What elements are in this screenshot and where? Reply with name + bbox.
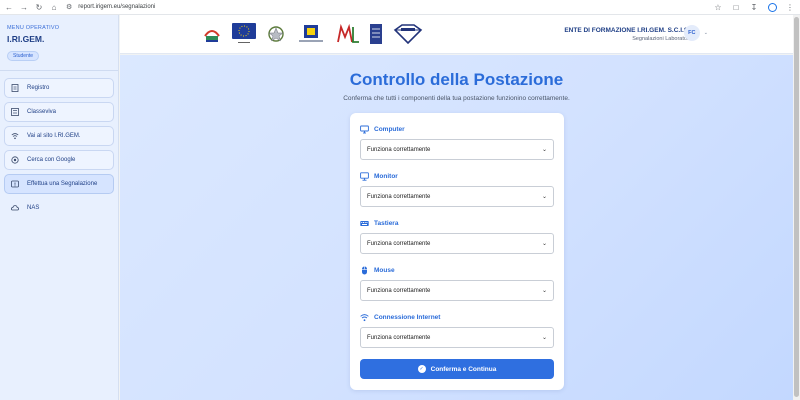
irigem-logo-icon — [202, 24, 222, 44]
section-label: Computer — [374, 125, 405, 133]
confirm-continue-button[interactable]: ✓ Conferma e Continua — [360, 359, 554, 379]
sidebar-item-label: Vai al sito I.RI.GEM. — [27, 133, 81, 139]
forward-icon[interactable]: → — [18, 1, 30, 13]
logo-strip: ▬▬▬▬ — [202, 23, 424, 44]
page-scrollbar[interactable] — [793, 15, 800, 400]
eu-flag-logo-icon: ▬▬▬▬ — [232, 23, 256, 44]
url-text: report.irigem.eu/segnalazioni — [78, 4, 156, 10]
chevron-down-icon: ⌄ — [541, 335, 547, 341]
wifi-icon — [360, 313, 369, 322]
chevron-down-icon: ⌄ — [541, 194, 547, 200]
select-value: Funziona correttamente — [367, 240, 431, 247]
section-monitor: Monitor Funziona correttamente ⌄ — [360, 171, 554, 207]
section-connessione: Connessione Internet Funziona correttame… — [360, 312, 554, 348]
chevron-down-icon: ⌄ — [541, 288, 547, 294]
extensions-icon[interactable]: □ — [730, 1, 742, 13]
menu-label: MENU OPERATIVO — [7, 25, 60, 31]
chevron-down-icon[interactable]: ⌄ — [704, 30, 708, 36]
profile-icon[interactable] — [766, 1, 778, 13]
select-value: Funziona correttamente — [367, 146, 431, 153]
wifi-icon — [11, 132, 19, 140]
keyboard-icon — [360, 219, 369, 228]
monitor-icon — [360, 125, 369, 134]
scrollbar-thumb[interactable] — [794, 17, 799, 397]
connessione-status-select[interactable]: Funziona correttamente ⌄ — [360, 327, 554, 348]
computer-status-select[interactable]: Funziona correttamente ⌄ — [360, 139, 554, 160]
ml-logo-icon — [336, 23, 360, 44]
page-subtitle: Conferma che tutti i componenti della tu… — [343, 95, 570, 102]
download-icon[interactable]: ↧ — [748, 1, 760, 13]
sidebar-header: MENU OPERATIVO I.RI.GEM. Studente — [0, 15, 118, 71]
sidebar-item-label: NAS — [27, 205, 40, 211]
register-icon — [11, 84, 19, 92]
more-menu-icon[interactable]: ⋮ — [784, 1, 796, 13]
tastiera-status-select[interactable]: Funziona correttamente ⌄ — [360, 233, 554, 254]
sidebar: MENU OPERATIVO I.RI.GEM. Studente Regist… — [0, 15, 119, 400]
select-value: Funziona correttamente — [367, 287, 431, 294]
sidebar-item-nas[interactable]: NAS — [4, 198, 114, 218]
avatar[interactable]: FC — [683, 25, 700, 41]
address-bar[interactable]: ⚙ report.irigem.eu/segnalazioni — [66, 2, 716, 13]
role-badge: Studente — [7, 51, 40, 61]
certification-logo-icon — [370, 23, 382, 44]
section-label: Tastiera — [374, 219, 399, 227]
diamond-logo-icon — [392, 23, 424, 44]
sidebar-item-label: Classeviva — [27, 109, 57, 115]
sidebar-item-classeviva[interactable]: Classeviva — [4, 102, 114, 122]
eu-caption-icon: ▬▬▬▬ — [238, 40, 250, 44]
site-info-icon[interactable]: ⚙ — [66, 3, 72, 11]
section-computer: Computer Funziona correttamente ⌄ — [360, 124, 554, 160]
section-label: Monitor — [374, 172, 398, 180]
italy-emblem-logo-icon — [266, 24, 286, 44]
region-logo-icon — [296, 24, 326, 44]
confirm-label: Conferma e Continua — [430, 365, 497, 373]
classeviva-icon — [11, 108, 19, 116]
sidebar-item-google[interactable]: Cerca con Google — [4, 150, 114, 170]
google-icon — [11, 156, 19, 164]
back-icon[interactable]: ← — [3, 1, 15, 13]
browser-toolbar: ← → ↻ ⌂ ⚙ report.irigem.eu/segnalazioni … — [0, 0, 800, 15]
select-value: Funziona correttamente — [367, 334, 431, 341]
org-name: ENTE DI FORMAZIONE I.RI.GEM. S.C.I.S. — [564, 27, 690, 34]
mouse-icon — [360, 266, 369, 275]
section-label: Connessione Internet — [374, 313, 441, 321]
section-mouse: Mouse Funziona correttamente ⌄ — [360, 265, 554, 301]
org-info: ENTE DI FORMAZIONE I.RI.GEM. S.C.I.S. Se… — [564, 27, 690, 42]
chevron-down-icon: ⌄ — [541, 147, 547, 153]
select-value: Funziona correttamente — [367, 193, 431, 200]
user-menu[interactable]: FC ⌄ — [683, 25, 708, 41]
display-icon — [360, 171, 369, 181]
home-icon[interactable]: ⌂ — [48, 1, 60, 13]
reload-icon[interactable]: ↻ — [33, 1, 45, 13]
monitor-status-select[interactable]: Funziona correttamente ⌄ — [360, 186, 554, 207]
sidebar-item-label: Effettua una Segnalazione — [27, 181, 98, 187]
sidebar-item-label: Cerca con Google — [27, 157, 76, 163]
sidebar-menu: Registro Classeviva Vai al sito I.RI.GEM… — [0, 71, 118, 229]
sidebar-item-segnalazione[interactable]: Effettua una Segnalazione — [4, 174, 114, 194]
mouse-status-select[interactable]: Funziona correttamente ⌄ — [360, 280, 554, 301]
org-subtitle: Segnalazioni Laboratori — [632, 36, 690, 42]
chevron-down-icon: ⌄ — [541, 241, 547, 247]
report-icon — [11, 180, 19, 188]
sidebar-item-label: Registro — [27, 85, 50, 91]
nas-icon — [11, 204, 19, 212]
page-title: Controllo della Postazione — [349, 70, 564, 89]
sidebar-item-sito-irigem[interactable]: Vai al sito I.RI.GEM. — [4, 126, 114, 146]
main-content: Controllo della Postazione Conferma che … — [120, 55, 793, 400]
check-card: Computer Funziona correttamente ⌄ Monito… — [350, 113, 564, 390]
bookmark-star-icon[interactable]: ☆ — [712, 1, 724, 13]
sidebar-org: I.RI.GEM. — [7, 34, 45, 44]
section-tastiera: Tastiera Funziona correttamente ⌄ — [360, 218, 554, 254]
sidebar-item-registro[interactable]: Registro — [4, 78, 114, 98]
check-circle-icon: ✓ — [417, 365, 426, 373]
section-label: Mouse — [374, 266, 395, 274]
top-header: ▬▬▬▬ ENTE DI FORMAZIONE I.RI.GEM. S.C.I.… — [120, 15, 800, 54]
